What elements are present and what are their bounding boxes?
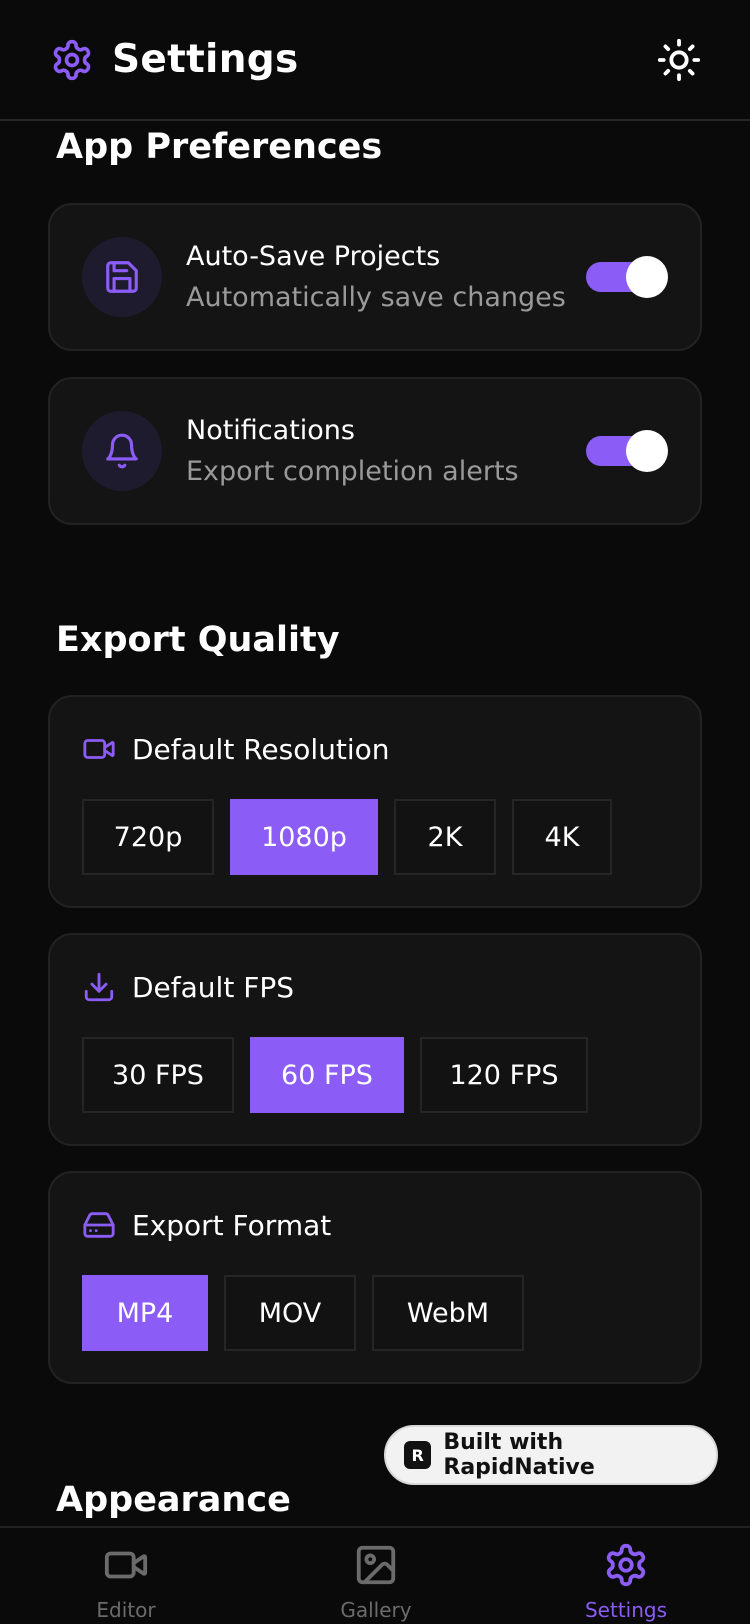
section-title-export-quality: Export Quality xyxy=(56,620,340,660)
section-title-app-preferences: App Preferences xyxy=(56,127,383,167)
notifications-card: Notifications Export completion alerts xyxy=(48,377,702,525)
tab-label-settings: Settings xyxy=(584,1598,668,1622)
badge-label: Built with RapidNative xyxy=(443,1430,595,1480)
toggle-knob xyxy=(626,256,668,298)
header: Settings xyxy=(0,0,750,121)
resolution-option-720p[interactable]: 720p xyxy=(82,799,214,875)
section-title-appearance: Appearance xyxy=(56,1480,291,1520)
rapidnative-logo: R xyxy=(404,1441,432,1469)
download-icon xyxy=(82,970,116,1004)
fps-option-30[interactable]: 30 FPS xyxy=(82,1037,234,1113)
fps-option-60[interactable]: 60 FPS xyxy=(250,1037,404,1113)
image-icon xyxy=(353,1542,399,1588)
format-label: Export Format xyxy=(132,1208,332,1242)
notifications-toggle[interactable] xyxy=(586,430,668,472)
resolution-card: Default Resolution 720p 1080p 2K 4K xyxy=(48,695,702,908)
fps-card: Default FPS 30 FPS 60 FPS 120 FPS xyxy=(48,933,702,1146)
notifications-title: Notifications xyxy=(186,415,355,446)
format-option-mp4[interactable]: MP4 xyxy=(82,1275,208,1351)
format-option-webm[interactable]: WebM xyxy=(372,1275,524,1351)
auto-save-toggle[interactable] xyxy=(586,256,668,298)
save-icon xyxy=(82,237,162,317)
tab-label-editor: Editor xyxy=(96,1598,156,1622)
resolution-option-2k[interactable]: 2K xyxy=(394,799,496,875)
hard-drive-icon xyxy=(82,1208,116,1242)
resolution-option-4k[interactable]: 4K xyxy=(512,799,612,875)
bell-icon xyxy=(82,411,162,491)
format-card: Export Format MP4 MOV WebM xyxy=(48,1171,702,1384)
video-icon xyxy=(82,732,116,766)
format-option-mov[interactable]: MOV xyxy=(224,1275,356,1351)
built-with-badge[interactable]: R Built with RapidNative xyxy=(384,1425,718,1485)
gear-icon xyxy=(50,38,94,82)
tab-settings[interactable]: Settings xyxy=(546,1542,706,1622)
page-title: Settings xyxy=(112,37,299,82)
video-icon xyxy=(103,1542,149,1588)
resolution-label: Default Resolution xyxy=(132,732,390,766)
sun-icon[interactable] xyxy=(656,37,702,83)
tab-editor[interactable]: Editor xyxy=(46,1542,206,1622)
gear-icon xyxy=(603,1542,649,1588)
auto-save-subtitle: Automatically save changes xyxy=(186,282,566,313)
auto-save-card: Auto-Save Projects Automatically save ch… xyxy=(48,203,702,351)
notifications-subtitle: Export completion alerts xyxy=(186,456,519,487)
fps-option-120[interactable]: 120 FPS xyxy=(420,1037,588,1113)
resolution-option-1080p[interactable]: 1080p xyxy=(230,799,378,875)
auto-save-title: Auto-Save Projects xyxy=(186,241,441,272)
tab-label-gallery: Gallery xyxy=(340,1598,412,1622)
toggle-knob xyxy=(626,430,668,472)
tab-gallery[interactable]: Gallery xyxy=(296,1542,456,1622)
bottom-tab-bar: Editor Gallery Settings xyxy=(0,1526,750,1624)
fps-label: Default FPS xyxy=(132,970,294,1004)
